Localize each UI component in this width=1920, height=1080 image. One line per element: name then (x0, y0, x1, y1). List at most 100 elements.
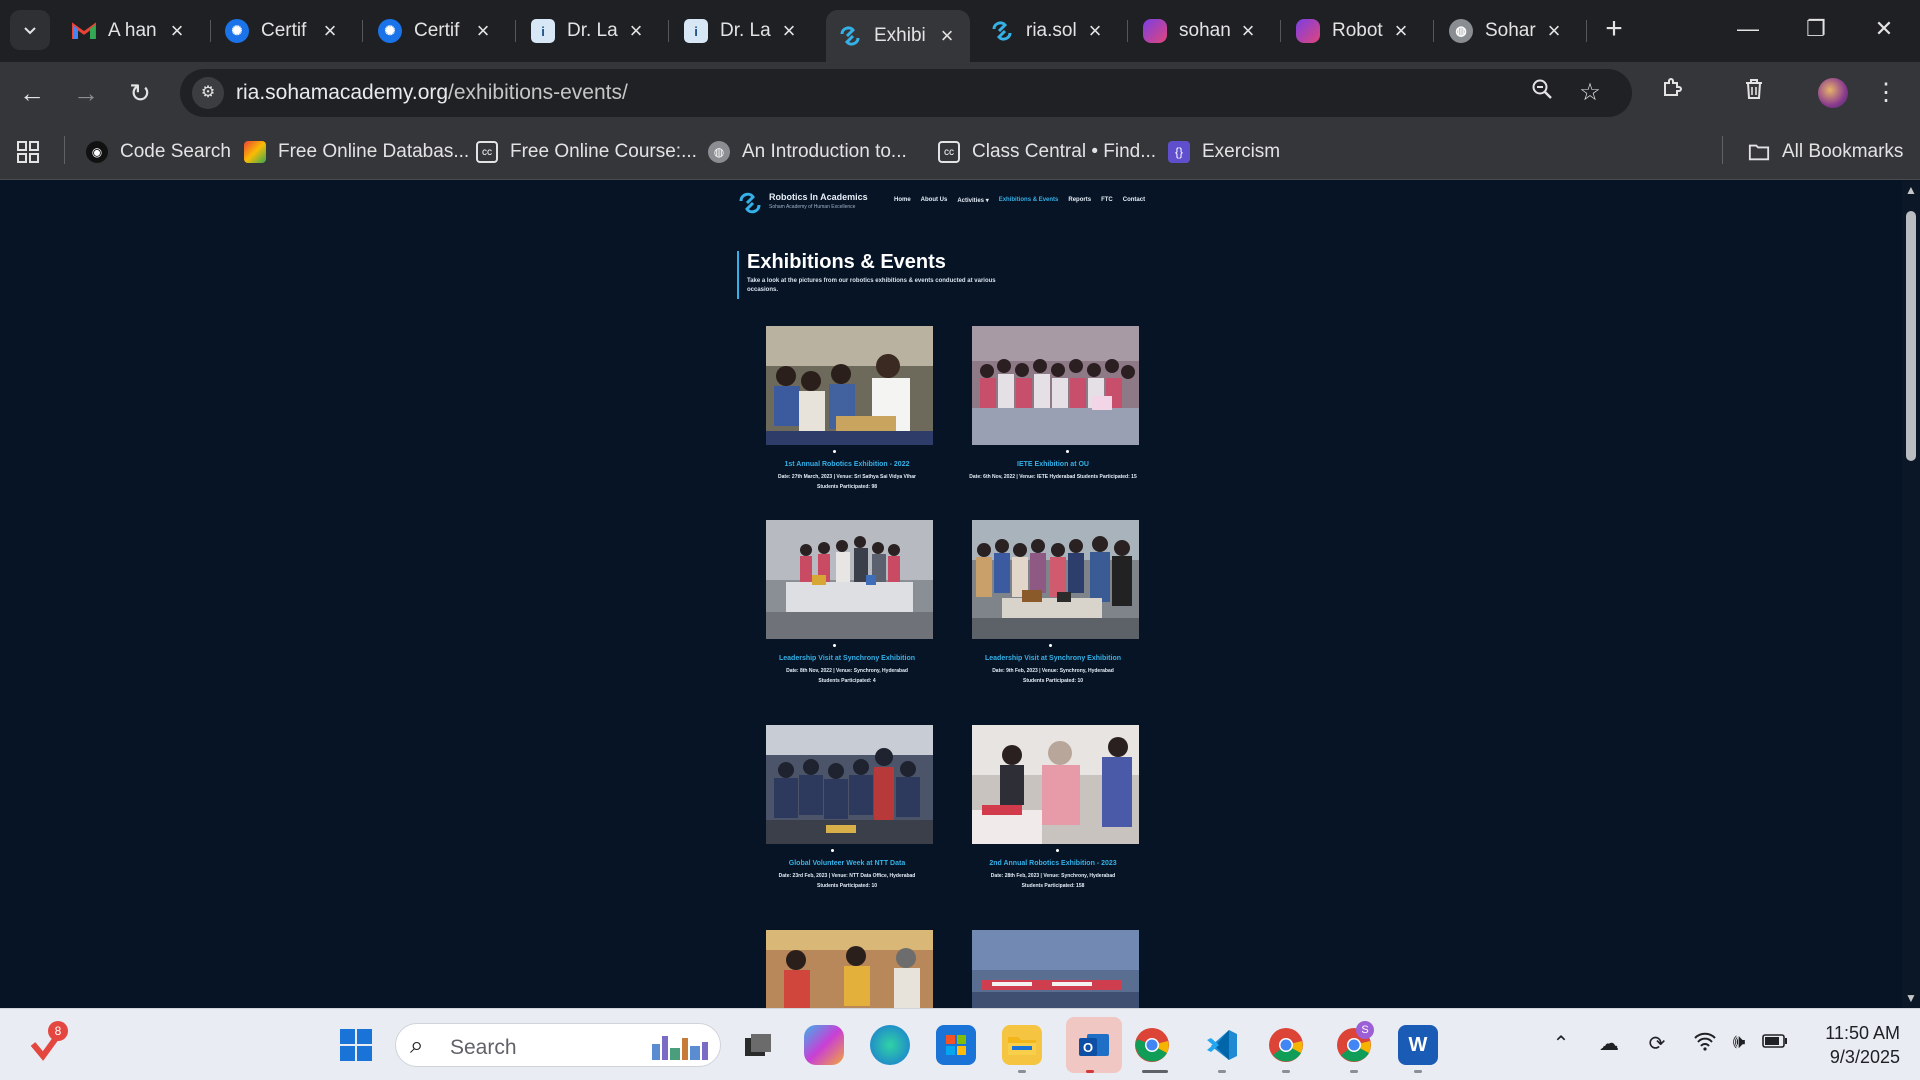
close-icon[interactable]: × (166, 18, 188, 44)
new-tab-button[interactable]: + (1596, 12, 1632, 48)
close-icon[interactable]: × (1390, 18, 1412, 44)
address-bar[interactable]: ⚙ ria.sohamacademy.org/exhibitions-event… (180, 69, 1632, 117)
tab-sohar[interactable]: ◍ Sohar × (1437, 10, 1577, 52)
menu-exhibitions-events[interactable]: Exhibitions & Events (999, 197, 1059, 204)
show-hidden-icons-chevron-icon[interactable]: ⌃ (1546, 1031, 1576, 1056)
scrollbar-thumb[interactable] (1906, 211, 1916, 461)
menu-kebab-icon[interactable]: ⋮ (1868, 75, 1904, 111)
carousel-dot[interactable] (1066, 450, 1069, 453)
close-window-button[interactable]: ✕ (1854, 8, 1914, 50)
bookmark-exercism[interactable]: {} Exercism (1168, 138, 1280, 166)
cloud-sync-error-icon[interactable]: ☁ (1594, 1031, 1624, 1056)
carousel-dot[interactable] (1049, 644, 1052, 647)
url-text[interactable]: ria.sohamacademy.org/exhibitions-events/ (236, 81, 628, 105)
close-icon[interactable]: × (778, 18, 800, 44)
running-indicator (1018, 1070, 1026, 1073)
volume-icon[interactable]: 🕪 (1724, 1031, 1754, 1054)
file-explorer-icon[interactable] (1002, 1025, 1042, 1065)
bookmark-label: Free Online Course:... (510, 141, 697, 162)
close-icon[interactable]: × (319, 18, 341, 44)
menu-reports[interactable]: Reports (1068, 197, 1091, 204)
carousel-dot[interactable] (831, 849, 834, 852)
all-bookmarks-button[interactable]: All Bookmarks (1748, 138, 1903, 166)
event-details: Date: 27th March, 2023 | Venue: Sri Sath… (737, 472, 957, 492)
close-icon[interactable]: × (472, 18, 494, 44)
apps-grid-icon[interactable] (16, 138, 40, 166)
tab-search-button[interactable] (10, 10, 50, 50)
site-info-icon[interactable]: ⚙ (192, 77, 224, 109)
profile-avatar[interactable] (1818, 78, 1848, 108)
robotics-logo-icon[interactable] (737, 190, 763, 216)
carousel-dot[interactable] (833, 644, 836, 647)
scroll-down-arrow-icon[interactable]: ▼ (1904, 991, 1918, 1005)
store-icon[interactable] (936, 1025, 976, 1065)
wifi-icon[interactable] (1690, 1031, 1720, 1057)
event-photo[interactable] (972, 725, 1139, 844)
tab-certificate-2[interactable]: ✺ Certif × (366, 10, 506, 52)
tab-robot[interactable]: Robot × (1284, 10, 1424, 52)
copilot-icon[interactable] (804, 1025, 844, 1065)
windows-logo-icon (340, 1029, 372, 1061)
close-icon[interactable]: × (1084, 18, 1106, 44)
word-icon[interactable]: W (1398, 1025, 1438, 1065)
task-view-icon[interactable] (738, 1025, 778, 1065)
event-title: 1st Annual Robotics Exhibition - 2022 (784, 461, 910, 468)
event-photo[interactable] (766, 725, 933, 844)
menu-activities[interactable]: Activities ▾ (957, 197, 988, 204)
bookmark-databases[interactable]: Free Online Databas... (244, 138, 469, 166)
menu-ftc[interactable]: FTC (1101, 197, 1113, 204)
tab-dr-la-2[interactable]: i Dr. La × (672, 10, 812, 52)
minimize-button[interactable]: — (1718, 8, 1778, 50)
close-icon[interactable]: × (625, 18, 647, 44)
bookmark-online-course[interactable]: cc Free Online Course:... (476, 138, 697, 166)
reload-button[interactable]: ↻ (122, 75, 158, 111)
menu-home[interactable]: Home (894, 197, 911, 204)
tab-certificate-1[interactable]: ✺ Certif × (213, 10, 353, 52)
close-icon[interactable]: × (1543, 18, 1565, 44)
event-photo[interactable] (766, 930, 933, 1008)
bookmark-code-search[interactable]: ◉ Code Search (86, 138, 231, 166)
trash-icon[interactable] (1736, 75, 1772, 111)
zoom-icon[interactable] (1526, 77, 1558, 109)
chevron-down-icon (24, 27, 36, 35)
close-icon[interactable]: × (1237, 18, 1259, 44)
event-photo[interactable] (972, 520, 1139, 639)
edge-icon[interactable] (870, 1025, 910, 1065)
taskbar-search[interactable]: ⌕ Search (395, 1023, 721, 1067)
sync-icon[interactable]: ⟳ (1642, 1031, 1672, 1056)
tab-dr-la-1[interactable]: i Dr. La × (519, 10, 659, 52)
menu-contact[interactable]: Contact (1123, 197, 1145, 204)
tab-ria-site[interactable]: ria.sol × (978, 10, 1118, 52)
event-photo[interactable] (972, 326, 1139, 445)
chrome-profile-icon[interactable] (1266, 1025, 1306, 1065)
site-logo-title[interactable]: Robotics In Academics (769, 192, 868, 202)
clock-date: 9/3/2025 (1829, 1047, 1900, 1067)
bookmark-star-icon[interactable]: ☆ (1574, 77, 1606, 109)
battery-icon[interactable] (1760, 1031, 1790, 1054)
tab-gmail[interactable]: A han × (60, 10, 200, 52)
outlook-icon[interactable]: O (1066, 1017, 1122, 1073)
event-photo[interactable] (972, 930, 1139, 1008)
chrome-icon[interactable] (1132, 1025, 1172, 1065)
tab-exhibitions-active[interactable]: Exhibi × (826, 10, 970, 62)
page-scrollbar[interactable]: ▲ ▼ (1902, 181, 1920, 1008)
event-photo[interactable] (766, 326, 933, 445)
close-icon[interactable]: × (936, 23, 958, 49)
back-button[interactable]: ← (14, 75, 50, 111)
bookmark-class-central[interactable]: cc Class Central • Find... (938, 138, 1156, 166)
carousel-dot[interactable] (833, 450, 836, 453)
bookmark-introduction[interactable]: ◍ An Introduction to... (708, 138, 907, 166)
carousel-dot[interactable] (1056, 849, 1059, 852)
restore-button[interactable]: ❐ (1786, 8, 1846, 50)
system-clock[interactable]: 11:50 AM 9/3/2025 (1800, 1021, 1900, 1069)
vscode-icon[interactable] (1202, 1025, 1242, 1065)
tab-sohan[interactable]: sohan × (1131, 10, 1271, 52)
event-photo[interactable] (766, 520, 933, 639)
start-button[interactable] (336, 1025, 376, 1065)
event-date: Date: 9th Feb, 2023 | Venue: Synchrony, … (992, 668, 1114, 674)
extensions-icon[interactable] (1654, 75, 1690, 111)
event-date: Date: 8th Nov, 2022 | Venue: Synchrony, … (786, 668, 908, 674)
scroll-up-arrow-icon[interactable]: ▲ (1904, 183, 1918, 197)
menu-about-us[interactable]: About Us (921, 197, 948, 204)
forward-button[interactable]: → (68, 75, 104, 111)
